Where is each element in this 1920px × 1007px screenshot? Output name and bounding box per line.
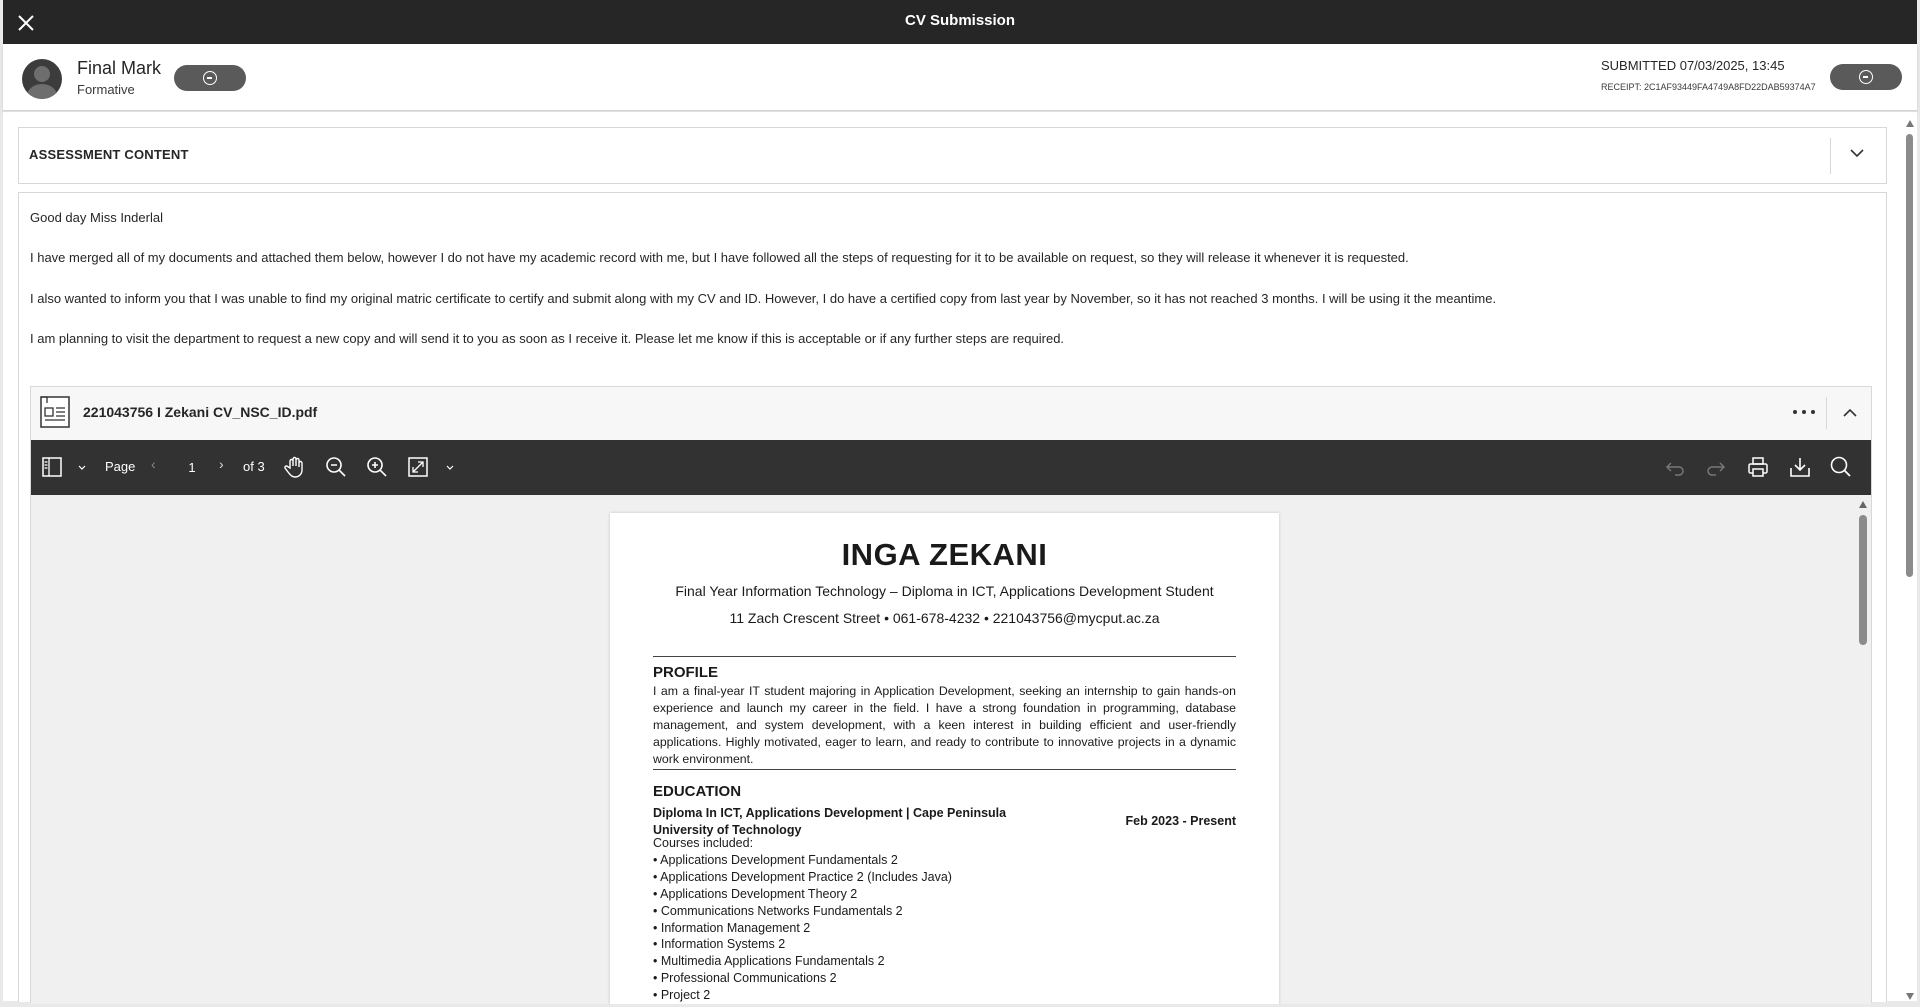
submission-toggle-button[interactable] xyxy=(1830,64,1902,90)
cv-degree-dates: Feb 2023 - Present xyxy=(1125,814,1236,828)
cv-courses-label: Courses included: xyxy=(653,836,754,850)
mark-toggle-button[interactable] xyxy=(174,65,246,91)
cv-course-item: • Project 2 xyxy=(653,988,711,1002)
assessment-content-panel[interactable]: ASSESSMENT CONTENT xyxy=(18,127,1887,184)
cv-course-item: • Professional Communications 2 xyxy=(653,971,837,985)
search-icon[interactable] xyxy=(1828,454,1854,480)
page-count: of 3 xyxy=(243,459,265,474)
chevron-up-icon[interactable] xyxy=(1841,404,1859,422)
cv-profile-heading: PROFILE xyxy=(653,664,719,681)
message-paragraph: I am planning to visit the department to… xyxy=(30,331,1065,346)
cv-name: INGA ZEKANI xyxy=(841,537,1048,572)
previous-page-button[interactable]: ‹ xyxy=(151,456,156,472)
receipt-id: RECEIPT: 2C1AF93449FA4749A8FD22DAB59374A… xyxy=(1601,82,1816,92)
next-page-button[interactable]: › xyxy=(219,456,224,472)
pdf-scroll-thumb[interactable] xyxy=(1859,515,1867,645)
minus-circle-icon xyxy=(1859,70,1873,84)
print-icon[interactable] xyxy=(1745,454,1771,480)
cv-course-item: • Information Systems 2 xyxy=(653,937,786,951)
window-title: CV Submission xyxy=(904,12,1016,29)
chevron-down-icon[interactable] xyxy=(1848,144,1866,162)
message-paragraph: I also wanted to inform you that I was u… xyxy=(30,291,1497,306)
attachment-panel: 221043756 I Zekani CV_NSC_ID.pdf Page ‹ xyxy=(30,386,1872,1004)
chevron-down-icon[interactable] xyxy=(77,464,87,472)
divider xyxy=(653,769,1236,770)
zoom-out-icon[interactable] xyxy=(323,454,349,480)
cv-course-item: • Applications Development Practice 2 (I… xyxy=(653,870,952,884)
divider xyxy=(653,656,1236,657)
message-paragraph: I have merged all of my documents and at… xyxy=(30,250,1409,265)
cv-course-item: • Applications Development Fundamentals … xyxy=(653,853,898,867)
cv-degree: Diploma In ICT, Applications Development… xyxy=(653,806,1007,820)
attachment-header: 221043756 I Zekani CV_NSC_ID.pdf xyxy=(31,387,1871,439)
cv-course-item: • Multimedia Applications Fundamentals 2 xyxy=(653,954,885,968)
document-icon xyxy=(39,395,71,429)
message-greeting: Good day Miss Inderlal xyxy=(30,210,163,225)
submission-message-panel: Good day Miss Inderlal I have merged all… xyxy=(18,192,1887,1004)
scroll-down-arrow[interactable] xyxy=(1906,993,1914,1000)
cv-subtitle: Final Year Information Technology – Dipl… xyxy=(675,583,1214,599)
page-label: Page xyxy=(105,459,136,474)
final-mark-title: Final Mark xyxy=(77,58,162,78)
submission-header: Final Mark Formative SUBMITTED 07/03/202… xyxy=(3,44,1917,111)
avatar xyxy=(22,59,62,99)
page-scrollbar[interactable] xyxy=(1903,120,1917,1000)
main-content: ASSESSMENT CONTENT Good day Miss Inderla… xyxy=(3,111,1917,1004)
attachment-file-name[interactable]: 221043756 I Zekani CV_NSC_ID.pdf xyxy=(83,404,317,420)
cv-institution: University of Technology xyxy=(653,823,802,837)
fit-page-icon[interactable] xyxy=(405,454,431,480)
assessment-type: Formative xyxy=(77,82,135,97)
pdf-page: INGA ZEKANI Final Year Information Techn… xyxy=(610,513,1279,1004)
download-icon[interactable] xyxy=(1787,454,1813,480)
hand-tool-icon[interactable] xyxy=(282,454,308,480)
pdf-viewport[interactable]: INGA ZEKANI Final Year Information Techn… xyxy=(31,495,1871,1004)
title-bar: CV Submission xyxy=(3,0,1917,44)
chevron-down-icon[interactable] xyxy=(445,464,455,472)
zoom-in-icon[interactable] xyxy=(364,454,390,480)
submitted-timestamp: SUBMITTED 07/03/2025, 13:45 xyxy=(1601,58,1785,73)
pdf-toolbar: Page ‹ › of 3 xyxy=(31,440,1871,495)
cv-education-heading: EDUCATION xyxy=(653,783,742,800)
cv-contact: 11 Zach Crescent Street • 061-678-4232 •… xyxy=(729,610,1160,626)
undo-icon[interactable] xyxy=(1662,454,1688,480)
scroll-up-arrow[interactable] xyxy=(1906,120,1914,127)
pdf-scrollbar[interactable] xyxy=(1855,495,1871,1004)
redo-icon[interactable] xyxy=(1703,454,1729,480)
minus-circle-icon xyxy=(203,71,217,85)
sidebar-toggle-icon[interactable] xyxy=(39,454,65,480)
cv-course-item: • Applications Development Theory 2 xyxy=(653,887,858,901)
cv-course-item: • Information Management 2 xyxy=(653,921,811,935)
cv-course-item: • Communications Networks Fundamentals 2 xyxy=(653,904,903,918)
page-number-input[interactable] xyxy=(172,455,212,479)
more-options-icon[interactable] xyxy=(1793,403,1815,421)
assessment-content-label: ASSESSMENT CONTENT xyxy=(29,147,189,162)
page-scroll-thumb[interactable] xyxy=(1906,134,1913,577)
cv-profile-text: I am a final-year IT student majoring in… xyxy=(653,684,1236,766)
